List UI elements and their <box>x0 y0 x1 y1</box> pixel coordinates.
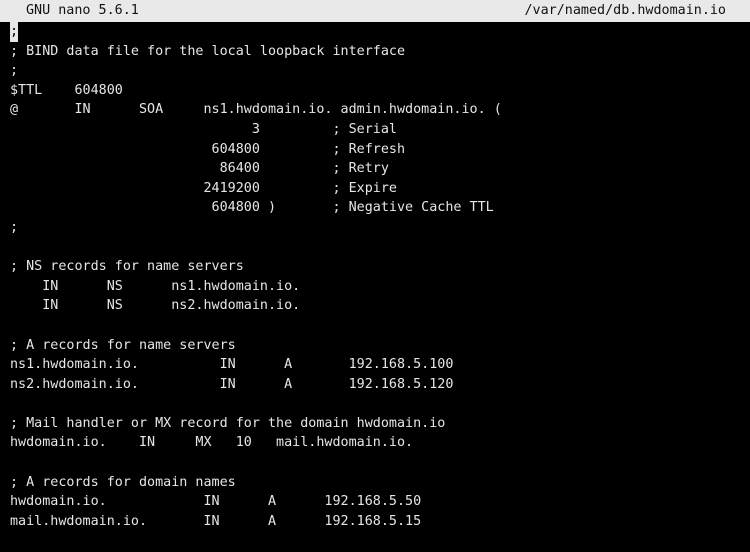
editor-line[interactable]: @ IN SOA ns1.hwdomain.io. admin.hwdomain… <box>10 100 750 120</box>
editor-line[interactable]: mail.hwdomain.io. IN A 192.168.5.15 <box>10 512 750 532</box>
editor-line[interactable] <box>10 316 750 336</box>
editor-line[interactable]: IN NS ns1.hwdomain.io. <box>10 277 750 297</box>
nano-title-bar: GNU nano 5.6.1 /var/named/db.hwdomain.io <box>0 0 750 22</box>
editor-line[interactable]: ns2.hwdomain.io. IN A 192.168.5.120 <box>10 375 750 395</box>
app-title: GNU nano 5.6.1 <box>26 3 139 18</box>
editor-line[interactable]: ; A records for domain names <box>10 473 750 493</box>
editor-line[interactable]: IN NS ns2.hwdomain.io. <box>10 296 750 316</box>
editor-line[interactable]: $TTL 604800 <box>10 81 750 101</box>
editor-line[interactable]: ; A records for name servers <box>10 336 750 356</box>
editor-line[interactable]: 3 ; Serial <box>10 120 750 140</box>
editor-line[interactable]: hwdomain.io. IN A 192.168.5.50 <box>10 492 750 512</box>
editor-line[interactable] <box>10 238 750 258</box>
editor-line[interactable]: ns1.hwdomain.io. IN A 192.168.5.100 <box>10 355 750 375</box>
editor-line[interactable]: ; <box>10 61 750 81</box>
editor-line[interactable]: ; NS records for name servers <box>10 257 750 277</box>
editor-line[interactable] <box>10 453 750 473</box>
editor-line[interactable]: hwdomain.io. IN MX 10 mail.hwdomain.io. <box>10 433 750 453</box>
editor-line[interactable]: ; Mail handler or MX record for the doma… <box>10 414 750 434</box>
editor-line[interactable]: ; BIND data file for the local loopback … <box>10 42 750 62</box>
text-cursor: ; <box>10 22 19 42</box>
editor-line-cursor[interactable]: ; <box>10 22 750 42</box>
editor-line[interactable]: 86400 ; Retry <box>10 159 750 179</box>
file-path: /var/named/db.hwdomain.io <box>524 3 726 18</box>
editor-line[interactable]: 604800 ) ; Negative Cache TTL <box>10 198 750 218</box>
editor-line[interactable]: ; <box>10 218 750 238</box>
editor-line[interactable]: 604800 ; Refresh <box>10 140 750 160</box>
text-editor-area[interactable]: ; ; BIND data file for the local loopbac… <box>0 22 750 531</box>
editor-line[interactable]: 2419200 ; Expire <box>10 179 750 199</box>
editor-line[interactable] <box>10 394 750 414</box>
